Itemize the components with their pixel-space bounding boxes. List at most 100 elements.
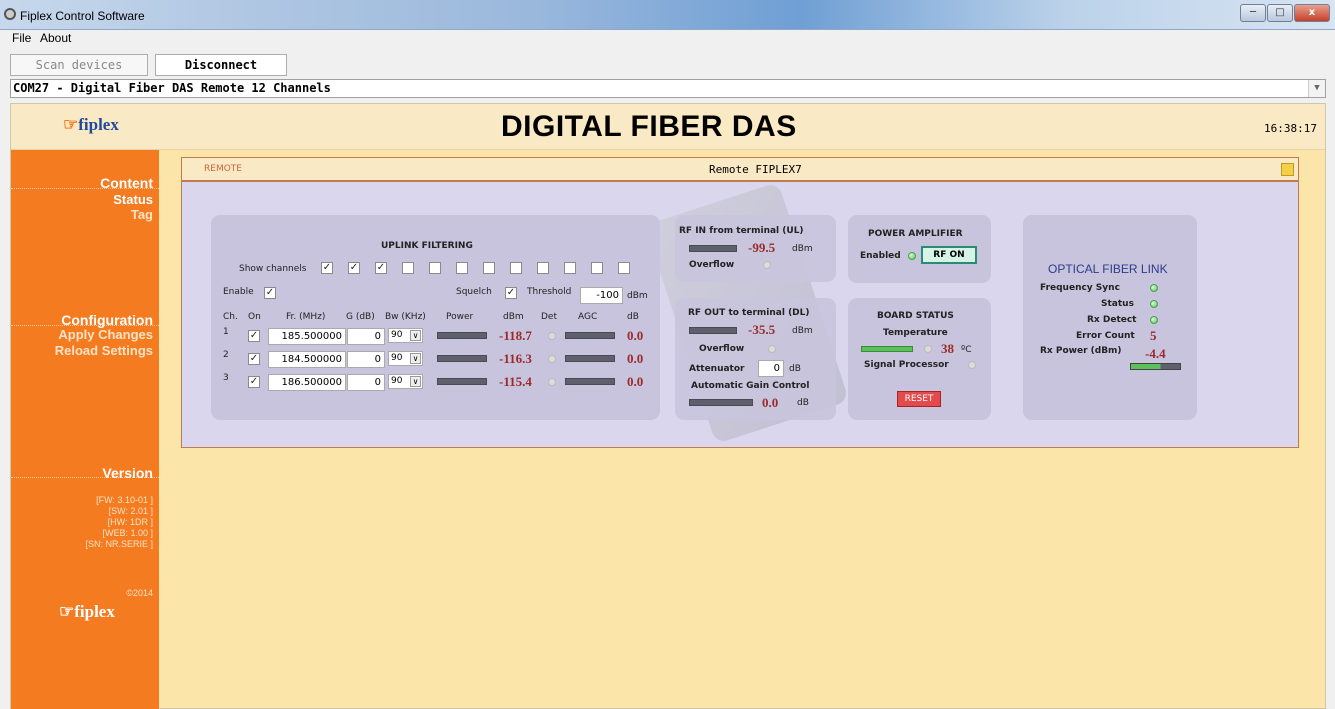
attenuator-input[interactable]: 0 [758,360,784,377]
show-channel-checkbox[interactable] [564,262,576,274]
channel-on-checkbox[interactable]: ✓ [248,353,260,365]
gain-input[interactable]: 0 [347,328,385,345]
reset-button[interactable]: RESET [897,391,941,407]
attenuator-label: Attenuator [689,364,745,374]
bandwidth-select[interactable]: 90 ∨ [388,328,423,343]
rf-in-bar [689,245,737,252]
show-channel-checkbox[interactable] [483,262,495,274]
frequency-input[interactable]: 185.500000 [268,328,346,345]
channel-on-checkbox[interactable]: ✓ [248,376,260,388]
show-channel-checkbox[interactable] [591,262,603,274]
maximize-button[interactable]: □ [1267,4,1293,22]
show-channel-checkbox[interactable]: ✓ [321,262,333,274]
error-count-label: Error Count [1076,331,1135,341]
disconnect-button[interactable]: Disconnect [155,54,287,76]
detector-led [548,355,556,363]
col-db: dB [627,312,639,322]
agc-value: 0.0 [762,395,779,410]
squelch-label: Squelch [456,287,492,297]
show-channel-checkbox[interactable]: ✓ [375,262,387,274]
show-channel-checkbox[interactable] [456,262,468,274]
rf-out-overflow-led [768,345,776,353]
fiplex-logo: ☞fiplex [63,115,119,135]
uplink-filtering-box: UPLINK FILTERING Show channels ✓ ✓ ✓ Enabl… [211,215,660,420]
chevron-down-icon[interactable]: ▼ [1308,80,1325,97]
menu-bar: File About [0,30,1335,46]
power-amplifier-box: POWER AMPLIFIER Enabled RF ON [848,215,991,283]
chevron-down-icon: ∨ [410,330,421,341]
gain-input[interactable]: 0 [347,374,385,391]
rf-out-title: RF OUT to terminal (DL) [688,308,810,318]
pa-enabled-label: Enabled [860,251,901,261]
logo-mark-icon: ☞ [63,115,79,134]
bandwidth-select[interactable]: 90 ∨ [388,374,423,389]
sidebar-item-status[interactable]: Status [113,192,153,207]
attenuator-unit: dB [789,364,801,374]
channel-number: 3 [223,373,229,383]
agc-db-value: 0.0 [627,374,644,389]
sidebar-heading-version: Version [102,465,153,481]
col-on: On [248,312,261,322]
version-sn: [SN: NR.SERIE ] [85,539,153,549]
sidebar-item-apply-changes[interactable]: Apply Changes [58,327,153,342]
show-channel-checkbox[interactable] [618,262,630,274]
menu-about[interactable]: About [40,31,71,45]
board-status-box: BOARD STATUS Temperature 38 ºC Signal Pr… [848,298,991,420]
temperature-unit: ºC [961,345,972,355]
rf-out-unit: dBm [792,326,813,336]
channel-on-checkbox[interactable]: ✓ [248,330,260,342]
rx-detect-label: Rx Detect [1087,315,1137,325]
col-power: Power [446,312,474,322]
frequency-input[interactable]: 184.500000 [268,351,346,368]
rf-in-title: RF IN from terminal (UL) [679,226,804,236]
col-bw: Bw (KHz) [385,312,426,322]
signal-processor-led [968,361,976,369]
rf-on-button[interactable]: RF ON [921,246,977,264]
gain-input[interactable]: 0 [347,351,385,368]
scan-devices-button[interactable]: Scan devices [10,54,148,76]
frequency-sync-label: Frequency Sync [1040,283,1120,293]
panel-header: REMOTE Remote FIPLEX7 [182,158,1298,182]
minimize-panel-icon[interactable] [1281,163,1294,176]
version-web: [WEB: 1.00 ] [102,528,153,538]
rx-power-label: Rx Power (dBm) [1040,346,1122,356]
show-channel-checkbox[interactable]: ✓ [348,262,360,274]
signal-processor-label: Signal Processor [864,360,949,370]
detector-led [548,332,556,340]
show-channel-checkbox[interactable] [429,262,441,274]
rx-detect-led [1150,316,1158,324]
device-select[interactable]: COM27 - Digital Fiber DAS Remote 12 Chan… [10,79,1326,98]
sidebar-item-tag[interactable]: Tag [131,207,153,222]
threshold-label: Threshold [527,287,572,297]
minimize-button[interactable]: ─ [1240,4,1266,22]
remote-panel: REMOTE Remote FIPLEX7 UPLINK FILTERING S… [181,157,1299,448]
bandwidth-value: 90 [391,353,403,363]
bandwidth-value: 90 [391,376,403,386]
rx-power-bar [1130,363,1181,370]
bandwidth-select[interactable]: 90 ∨ [388,351,423,366]
footer-logo: ☞fiplex [59,602,115,622]
squelch-checkbox[interactable]: ✓ [505,287,517,299]
show-channels-label: Show channels [239,264,307,274]
enable-checkbox[interactable]: ✓ [264,287,276,299]
channel-row: 3 ✓ 186.500000 0 90 ∨ -115.4 0.0 [211,371,660,393]
threshold-input[interactable]: -100 [580,287,623,304]
close-button[interactable]: x [1294,4,1330,22]
rf-in-overflow-led [763,261,771,269]
agc-db-value: 0.0 [627,328,644,343]
footer-logo-text: fiplex [74,602,115,621]
rf-out-value: -35.5 [748,322,776,337]
show-channel-checkbox[interactable] [510,262,522,274]
frequency-input[interactable]: 186.500000 [268,374,346,391]
agc-unit: dB [797,398,809,408]
channel-number: 1 [223,327,229,337]
agc-db-value: 0.0 [627,351,644,366]
rf-in-unit: dBm [792,244,813,254]
temperature-label: Temperature [883,328,948,338]
show-channel-checkbox[interactable] [537,262,549,274]
menu-file[interactable]: File [12,31,31,45]
power-dbm-value: -116.3 [499,351,532,366]
show-channel-checkbox[interactable] [402,262,414,274]
col-dbm: dBm [503,312,524,322]
sidebar-item-reload-settings[interactable]: Reload Settings [55,343,153,358]
